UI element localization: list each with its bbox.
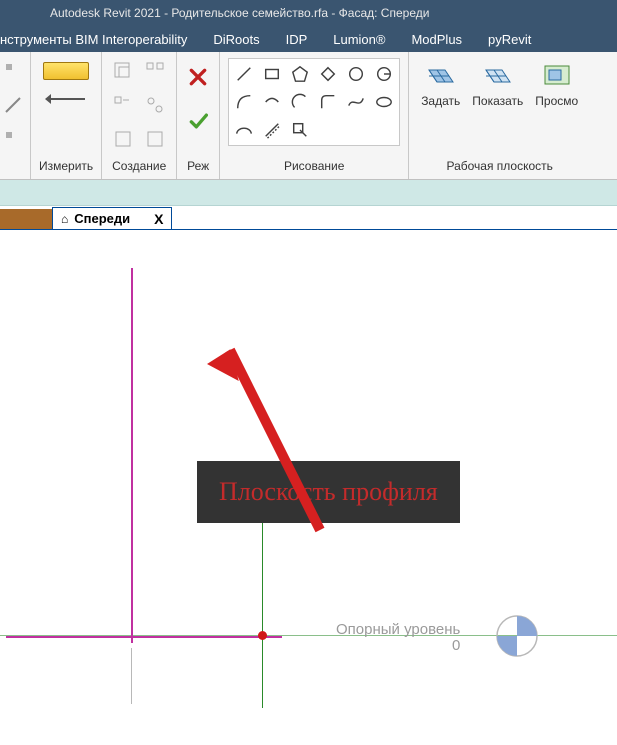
view-tabstrip: ⌂ Спереди X: [0, 206, 617, 230]
menu-modplus[interactable]: ModPlus: [411, 32, 462, 47]
title-bar: Autodesk Revit 2021 - Родительское семей…: [0, 0, 617, 26]
reference-plane-vertical: [262, 520, 263, 708]
draw-empty1: [315, 117, 341, 143]
menu-pyrevit[interactable]: pyRevit: [488, 32, 531, 47]
show-plane-button[interactable]: Показать: [468, 58, 527, 110]
set-plane-label: Задать: [421, 94, 460, 108]
draw-tool-grid: [228, 58, 400, 146]
draw-empty3: [371, 117, 397, 143]
show-plane-label: Показать: [472, 94, 523, 108]
draw-polygon-icon[interactable]: [287, 61, 313, 87]
create-icon-5[interactable]: [110, 126, 136, 152]
draw-fillet-icon[interactable]: [315, 89, 341, 115]
create-icon-2[interactable]: [142, 58, 168, 84]
ribbon-group-measure: Измерить: [31, 52, 102, 179]
draw-pick-icon[interactable]: [259, 117, 285, 143]
draw-empty2: [343, 117, 369, 143]
draw-rect-icon[interactable]: [259, 61, 285, 87]
menu-idp[interactable]: IDP: [286, 32, 308, 47]
ruler-icon[interactable]: [43, 62, 89, 80]
draw-spline-icon[interactable]: [343, 89, 369, 115]
draw-arc3-icon[interactable]: [287, 89, 313, 115]
drawing-canvas[interactable]: Опорный уровень 0 Плоскость профиля: [0, 230, 617, 745]
create-label: Создание: [110, 155, 168, 179]
options-bar: [0, 180, 617, 206]
mode-label: Реж: [185, 155, 211, 179]
level-label: Опорный уровень 0: [336, 622, 460, 654]
annotation-callout: Плоскость профиля: [197, 461, 460, 523]
level-value: 0: [336, 638, 460, 654]
finish-icon[interactable]: [185, 108, 211, 134]
close-icon[interactable]: X: [154, 211, 163, 227]
create-icon-1[interactable]: [110, 58, 136, 84]
set-plane-button[interactable]: Задать: [417, 58, 464, 110]
annotation-text: Плоскость профиля: [219, 477, 438, 506]
viewer-plane-label: Просмо: [535, 94, 578, 108]
draw-circle-icon[interactable]: [343, 61, 369, 87]
dimension-icon[interactable]: [43, 88, 89, 110]
ribbon-group-draw: Рисование: [220, 52, 409, 179]
ribbon-group-create: Создание: [102, 52, 177, 179]
view-tab-label: Спереди: [74, 211, 130, 226]
workplane-label: Рабочая плоскость: [417, 155, 582, 179]
viewer-plane-button[interactable]: Просмо: [531, 58, 582, 110]
menu-diroots[interactable]: DiRoots: [213, 32, 259, 47]
draw-line-icon[interactable]: [231, 61, 257, 87]
endpoint-marker[interactable]: [258, 631, 267, 640]
create-icon-3[interactable]: [110, 92, 136, 118]
draw-arc1-icon[interactable]: [231, 89, 257, 115]
fragment-icon-1[interactable]: [0, 58, 26, 84]
menu-bim[interactable]: нструменты BIM Interoperability: [0, 32, 187, 47]
draw-label: Рисование: [228, 155, 400, 179]
cancel-icon[interactable]: [185, 64, 211, 90]
fragment-icon-2[interactable]: [0, 92, 26, 118]
create-icon-6[interactable]: [142, 126, 168, 152]
level-head-icon[interactable]: [495, 614, 539, 658]
fragment-icon-3[interactable]: [0, 126, 26, 152]
draw-circle2-icon[interactable]: [371, 61, 397, 87]
create-icon-4[interactable]: [142, 92, 168, 118]
draw-halfellipse-icon[interactable]: [231, 117, 257, 143]
menubar: нструменты BIM Interoperability DiRoots …: [0, 26, 617, 52]
reference-line-short: [131, 648, 132, 704]
ribbon-group-mode: Реж: [177, 52, 220, 179]
draw-ellipse-icon[interactable]: [371, 89, 397, 115]
project-browser-tab[interactable]: [0, 209, 52, 229]
profile-line-horizontal[interactable]: [6, 636, 282, 638]
draw-arc2-icon[interactable]: [259, 89, 285, 115]
view-tab-front[interactable]: ⌂ Спереди X: [52, 207, 172, 229]
draw-polygon2-icon[interactable]: [315, 61, 341, 87]
level-name: Опорный уровень: [336, 622, 460, 638]
ribbon: Измерить Создание: [0, 52, 617, 180]
app-title: Autodesk Revit 2021 - Родительское семей…: [50, 6, 429, 20]
measure-label: Измерить: [39, 155, 93, 179]
profile-line-vertical[interactable]: [131, 268, 133, 643]
ribbon-group-workplane: Задать Показать Просмо Рабочая плоскость: [409, 52, 590, 179]
draw-pickface-icon[interactable]: [287, 117, 313, 143]
ribbon-fragment-left: [0, 52, 31, 179]
menu-lumion[interactable]: Lumion®: [333, 32, 385, 47]
home-icon: ⌂: [61, 212, 68, 226]
